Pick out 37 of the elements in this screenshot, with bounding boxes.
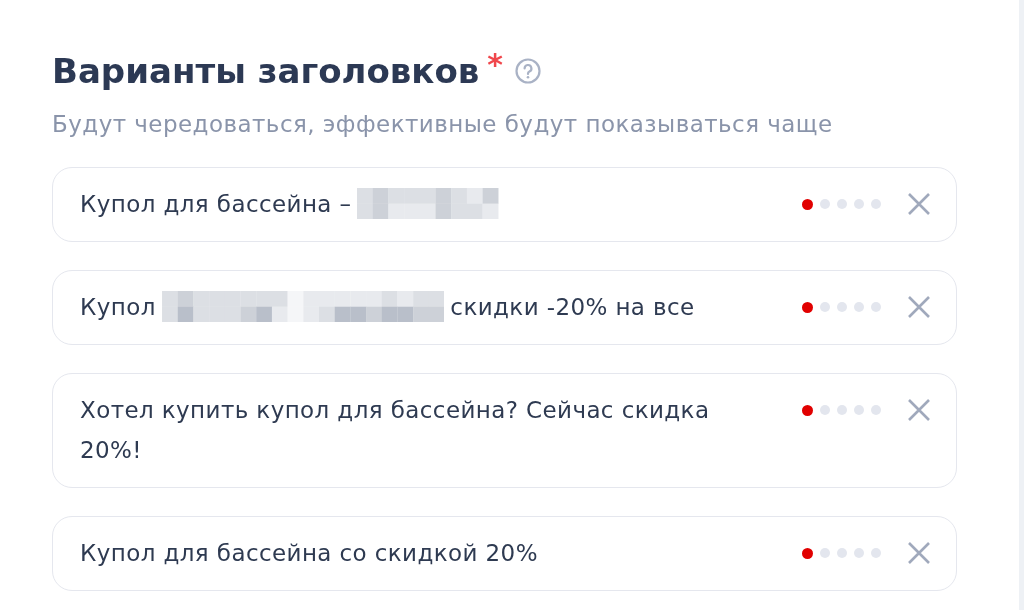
headline-field[interactable]: Хотел купить купол для бассейна? Сейчас скидка 20%!	[52, 373, 957, 488]
close-icon	[907, 295, 931, 319]
headline-field[interactable]: Купол скидки -20% на все	[52, 270, 957, 345]
meter-dot-icon	[802, 198, 813, 210]
field-value: Хотел купить купол для бассейна? Сейчас скидка 20%!	[80, 397, 710, 463]
section-hint: Будут чередоваться, эффективные будут показываться чаще	[52, 110, 834, 139]
meter-dot-icon	[871, 199, 881, 209]
close-icon	[907, 398, 931, 422]
meter-dot-icon	[820, 199, 830, 209]
required-mark: *	[487, 48, 503, 82]
headline-field[interactable]: Купол для бассейна –	[52, 167, 957, 242]
meter-dot-icon	[837, 405, 847, 415]
meter-dot-icon	[854, 405, 864, 415]
meter-dot-icon	[802, 301, 813, 313]
close-icon	[907, 192, 931, 216]
section-title: Варианты заголовков	[52, 50, 480, 93]
meter-dot-icon	[837, 302, 847, 312]
help-icon[interactable]	[515, 58, 541, 84]
field-value: Купол для бассейна со скидкой 20%	[80, 540, 538, 566]
meter-dot-icon	[837, 199, 847, 209]
meter-dot-icon	[871, 405, 881, 415]
meter-dot-icon	[820, 405, 830, 415]
meter-dot-icon	[871, 302, 881, 312]
meter-dot-icon	[854, 548, 864, 558]
meter-dot-icon	[837, 548, 847, 558]
headline-field[interactable]: Купол для бассейна со скидкой 20%	[52, 516, 957, 591]
field-value: скидки -20% на все	[450, 294, 695, 320]
meter-dot-icon	[854, 199, 864, 209]
meter-dot-icon	[802, 404, 813, 416]
meter-dot-icon	[871, 548, 881, 558]
close-icon	[907, 541, 931, 565]
meter-dot-icon	[854, 302, 864, 312]
field-value: Купол	[80, 294, 156, 320]
meter-dot-icon	[802, 547, 813, 559]
field-value: Купол для бассейна –	[80, 191, 352, 217]
meter-dot-icon	[820, 302, 830, 312]
meter-dot-icon	[820, 548, 830, 558]
